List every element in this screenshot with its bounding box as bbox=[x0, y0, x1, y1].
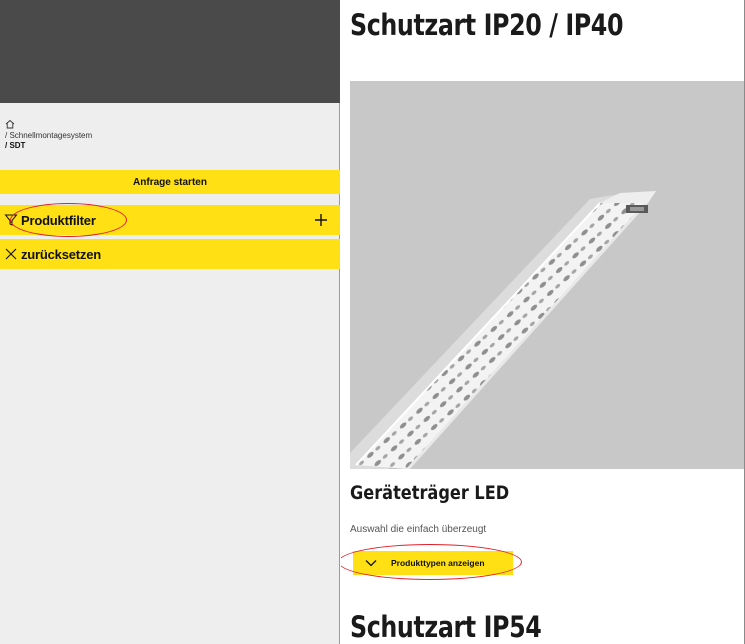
product-filter-label-group: Produktfilter bbox=[4, 213, 96, 228]
sidebar-header-area bbox=[0, 0, 340, 103]
breadcrumb-item-schnellmontagesystem[interactable]: / Schnellmontagesystem bbox=[5, 131, 92, 141]
start-inquiry-button[interactable]: Anfrage starten bbox=[0, 170, 340, 194]
chevron-down-icon bbox=[365, 560, 377, 567]
section-title-ip20-ip40: Schutzart IP20 / IP40 bbox=[350, 8, 624, 42]
product-image[interactable] bbox=[350, 81, 744, 469]
close-icon bbox=[5, 248, 17, 260]
product-filter-label: Produktfilter bbox=[21, 212, 96, 228]
funnel-icon bbox=[4, 214, 18, 226]
product-name[interactable]: Geräteträger LED bbox=[350, 482, 509, 504]
plus-icon[interactable] bbox=[314, 213, 328, 227]
reset-filter-button[interactable]: zurücksetzen bbox=[0, 239, 340, 269]
product-description: Auswahl die einfach überzeugt bbox=[350, 524, 487, 535]
breadcrumb: / Schnellmontagesystem / SDT bbox=[5, 119, 92, 151]
product-filter-toggle[interactable]: Produktfilter bbox=[0, 205, 340, 235]
breadcrumb-item-sdt: / SDT bbox=[5, 141, 26, 150]
sidebar: / Schnellmontagesystem / SDT Anfrage sta… bbox=[0, 0, 340, 644]
reset-filter-label: zurücksetzen bbox=[21, 246, 101, 262]
show-product-types-button[interactable]: Produkttypen anzeigen bbox=[353, 551, 513, 575]
show-product-types-label: Produkttypen anzeigen bbox=[391, 558, 485, 568]
main-content: Schutzart IP20 / IP40 Geräteträger LED A… bbox=[341, 0, 744, 644]
section-title-ip54: Schutzart IP54 bbox=[350, 610, 542, 644]
home-icon[interactable] bbox=[5, 119, 15, 129]
led-carrier-illustration bbox=[350, 191, 656, 469]
